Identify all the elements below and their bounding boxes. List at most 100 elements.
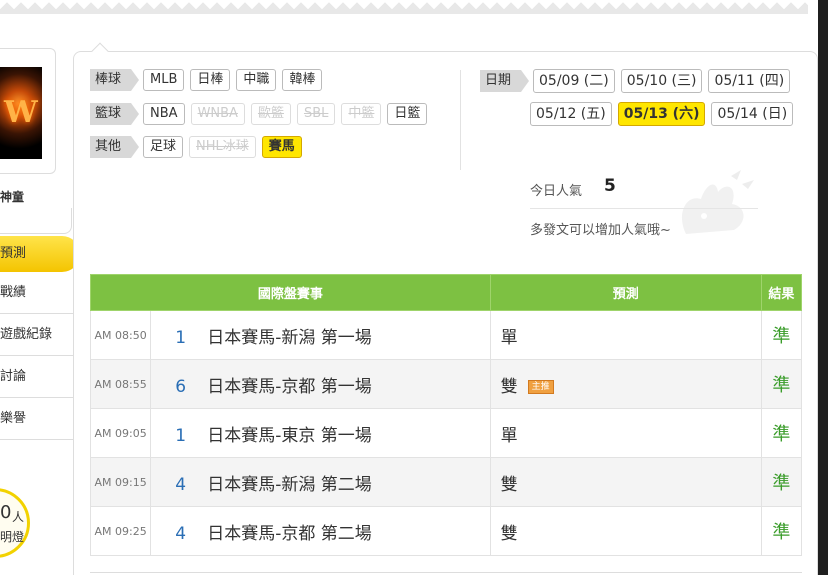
sidebar-item-honor[interactable]: 樂譽 xyxy=(0,398,73,440)
popularity-divider xyxy=(530,208,758,209)
race-name: 日本賽馬-東京 第一場 xyxy=(207,425,372,446)
prediction-value: 單 xyxy=(500,327,518,348)
category-label-basketball: 籃球 xyxy=(90,103,140,125)
tag-mlb[interactable]: MLB xyxy=(143,69,185,91)
mascot-decoration-icon xyxy=(681,170,754,234)
popularity-count: 0 xyxy=(0,502,12,523)
sidebar-item-discussion[interactable]: 討論 xyxy=(0,356,73,398)
row-time: AM 09:15 xyxy=(89,457,152,507)
date-row-2: 05/12 (五) 05/13 (六) 05/14 (日) xyxy=(530,102,799,126)
sidebar-item-prediction[interactable]: 預測 xyxy=(0,236,80,272)
table-row: AM 09:05 1 日本賽馬-東京 第一場 單 準 xyxy=(89,408,803,458)
featured-badge: 主推 xyxy=(527,379,554,394)
prediction-value: 雙 xyxy=(500,474,518,495)
sidebar-item-game-history[interactable]: 遊戲紀錄 xyxy=(0,314,73,356)
date-0510[interactable]: 05/10 (三) xyxy=(620,69,703,93)
main-panel: 棒球 MLB 日棒 中職 韓棒 籃球 NBA WNBA 歐籃 SBL 中籃 日籃… xyxy=(73,42,818,575)
race-number: 1 xyxy=(175,425,187,446)
avatar[interactable]: W xyxy=(0,67,42,159)
race-number: 1 xyxy=(175,327,187,348)
header-event: 國際盤賽事 xyxy=(90,274,491,311)
row-prediction: 雙 xyxy=(489,506,762,556)
popularity-label: 今日人氣 xyxy=(530,184,583,199)
row-race[interactable]: 1 日本賽馬-東京 第一場 xyxy=(150,408,491,458)
top-zigzag-border xyxy=(0,0,828,20)
scrollbar[interactable] xyxy=(818,0,828,575)
category-label-baseball: 棒球 xyxy=(90,69,140,91)
popularity-unit: 人 xyxy=(12,510,25,524)
row-time: AM 08:55 xyxy=(89,359,152,409)
row-result: 準 xyxy=(760,310,803,360)
race-name: 日本賽馬-京都 第二場 xyxy=(207,523,372,544)
tag-cpbl[interactable]: 中職 xyxy=(236,69,277,91)
row-result: 準 xyxy=(760,506,803,556)
filter-divider xyxy=(460,70,461,170)
tag-euro-basketball: 歐籃 xyxy=(250,103,291,125)
popularity-hint: 多發文可以增加人氣哦~ xyxy=(530,223,671,238)
filter-row-baseball: 棒球 MLB 日棒 中職 韓棒 xyxy=(90,69,328,91)
username[interactable]: 神童 xyxy=(0,188,24,205)
prediction-value: 單 xyxy=(500,425,518,446)
bottom-divider xyxy=(90,572,802,573)
date-0509[interactable]: 05/09 (二) xyxy=(533,69,615,93)
row-time: AM 09:05 xyxy=(89,408,152,458)
row-prediction: 單 xyxy=(489,310,762,360)
row-race[interactable]: 4 日本賽馬-京都 第二場 xyxy=(150,506,491,556)
avatar-letter: W xyxy=(4,95,38,130)
sidebar-menu: 預測 戰績 遊戲紀錄 討論 樂譽 xyxy=(0,236,80,440)
table-row: AM 08:50 1 日本賽馬-新潟 第一場 單 準 xyxy=(89,310,803,360)
predictions-table: 國際盤賽事 預測 結果 AM 08:50 1 日本賽馬-新潟 第一場 單 準 AM… xyxy=(89,274,803,556)
prediction-value: 雙 xyxy=(500,523,518,544)
tag-china-basketball: 中籃 xyxy=(341,103,382,125)
row-result: 準 xyxy=(760,408,803,458)
sidebar-item-record[interactable]: 戰績 xyxy=(0,272,73,314)
race-name: 日本賽馬-新潟 第二場 xyxy=(207,474,372,495)
race-number: 4 xyxy=(175,523,187,544)
tag-sbl: SBL xyxy=(296,103,336,125)
row-race[interactable]: 4 日本賽馬-新潟 第二場 xyxy=(150,457,491,507)
tag-nhl-hockey: NHL冰球 xyxy=(189,136,256,158)
tag-japan-baseball[interactable]: 日棒 xyxy=(190,69,231,91)
category-label-other: 其他 xyxy=(90,136,140,158)
date-0512[interactable]: 05/12 (五) xyxy=(530,102,612,126)
row-prediction: 雙 xyxy=(489,457,762,507)
panel-notch xyxy=(91,42,109,60)
filter-row-other: 其他 足球 NHL冰球 賽馬 xyxy=(90,136,308,158)
row-race[interactable]: 6 日本賽馬-京都 第一場 xyxy=(150,359,491,409)
row-time: AM 09:25 xyxy=(89,506,152,556)
tag-korea-baseball[interactable]: 韓棒 xyxy=(282,69,323,91)
date-row-1: 日期 05/09 (二) 05/10 (三) 05/11 (四) xyxy=(480,69,796,93)
table-row: AM 08:55 6 日本賽馬-京都 第一場 雙主推 準 xyxy=(89,359,803,409)
header-result: 結果 xyxy=(760,274,803,311)
race-name: 日本賽馬-新潟 第一場 xyxy=(207,327,372,348)
prediction-value: 雙 xyxy=(500,376,518,397)
date-0511[interactable]: 05/11 (四) xyxy=(708,69,791,93)
row-result: 準 xyxy=(760,457,803,507)
row-result: 準 xyxy=(760,359,803,409)
row-prediction: 單 xyxy=(489,408,762,458)
race-number: 4 xyxy=(175,474,187,495)
tag-horse-racing[interactable]: 賽馬 xyxy=(261,136,302,158)
table-row: AM 09:25 4 日本賽馬-京都 第二場 雙 準 xyxy=(89,506,803,556)
avatar-frame: W xyxy=(0,48,56,174)
date-label: 日期 xyxy=(480,70,530,92)
table-row: AM 09:15 4 日本賽馬-新潟 第二場 雙 準 xyxy=(89,457,803,507)
table-header-row: 國際盤賽事 預測 結果 xyxy=(90,274,803,311)
filter-row-basketball: 籃球 NBA WNBA 歐籃 SBL 中籃 日籃 xyxy=(90,103,433,125)
date-0514[interactable]: 05/14 (日) xyxy=(711,102,794,126)
popularity-value: 5 xyxy=(604,176,616,196)
tag-japan-basketball[interactable]: 日籃 xyxy=(387,103,428,125)
row-time: AM 08:50 xyxy=(89,310,152,360)
tag-soccer[interactable]: 足球 xyxy=(143,136,184,158)
row-prediction: 雙主推 xyxy=(489,359,762,409)
row-race[interactable]: 1 日本賽馬-新潟 第一場 xyxy=(150,310,491,360)
popularity-caption: 明燈 xyxy=(0,530,25,544)
date-0513[interactable]: 05/13 (六) xyxy=(617,102,706,126)
tag-nba[interactable]: NBA xyxy=(143,103,185,125)
header-prediction: 預測 xyxy=(489,274,762,311)
race-name: 日本賽馬-京都 第一場 xyxy=(207,376,372,397)
sidebar-divider xyxy=(0,208,72,234)
race-number: 6 xyxy=(175,376,187,397)
sidebar: W 神童 預測 戰績 遊戲紀錄 討論 樂譽 0 人 明燈 xyxy=(0,48,80,575)
tag-wnba: WNBA xyxy=(190,103,245,125)
